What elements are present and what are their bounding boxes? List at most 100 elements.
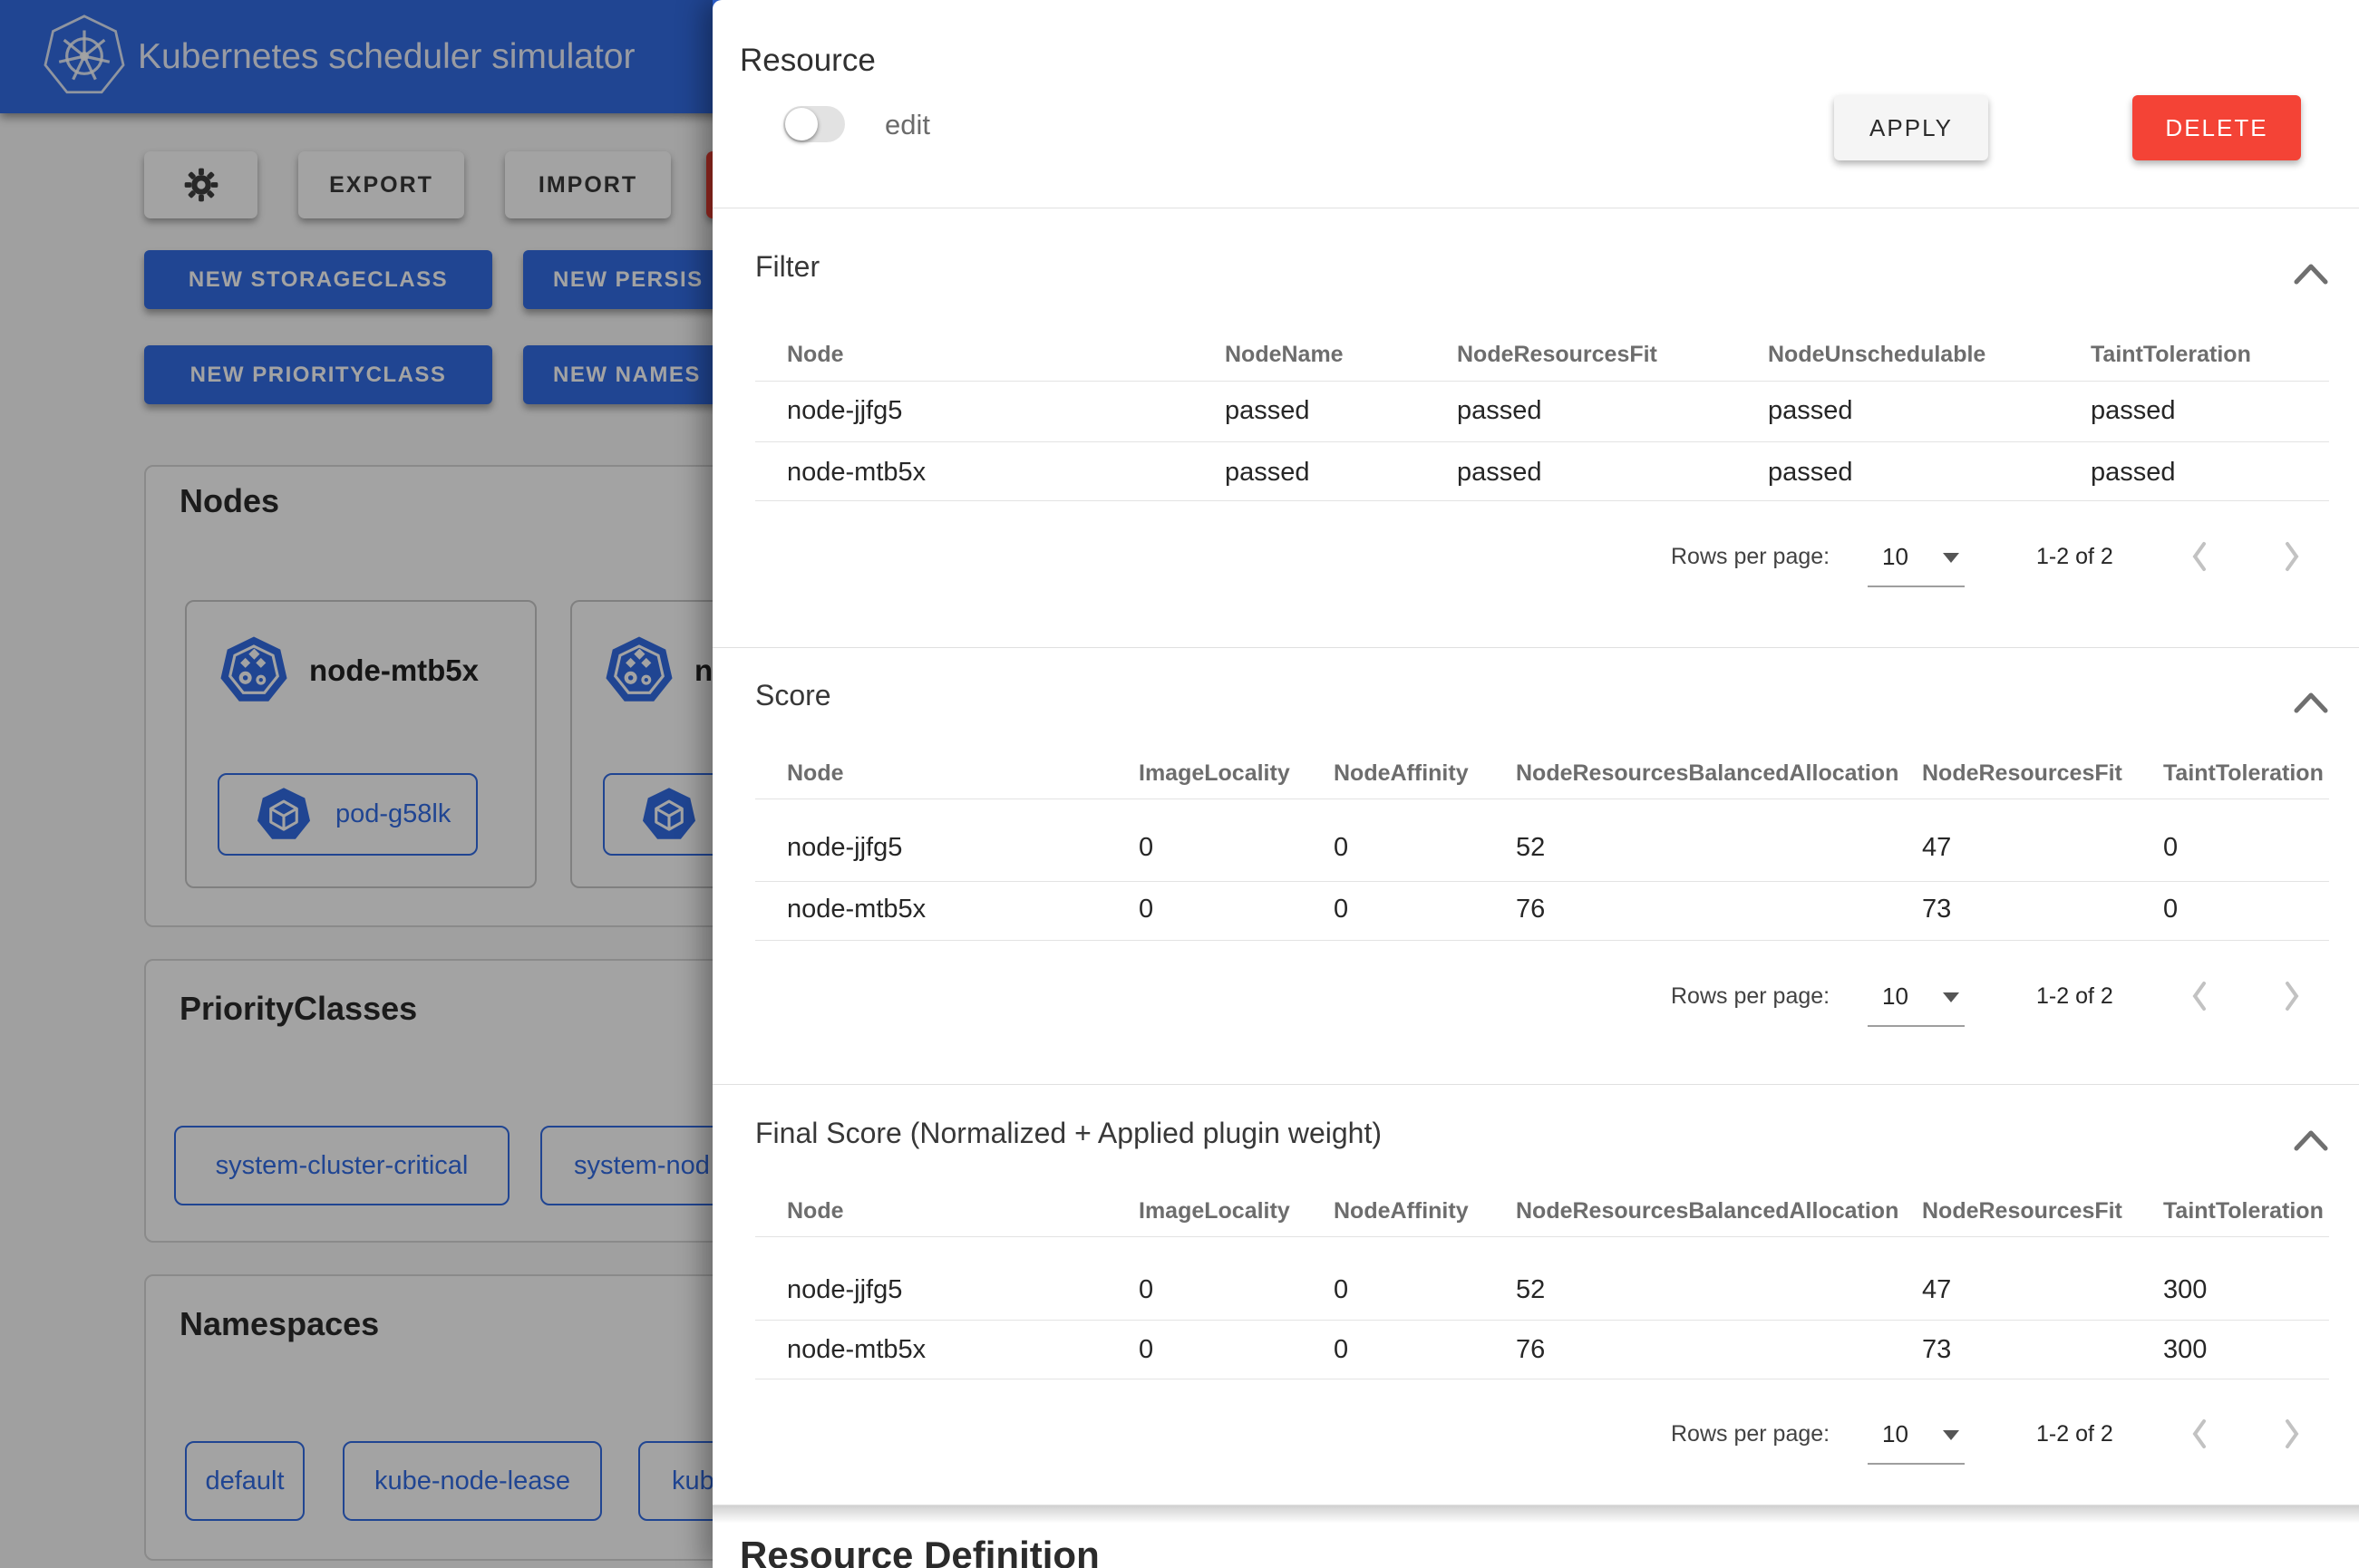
cell: 47 xyxy=(1922,1275,2163,1305)
resource-drawer: Resource edit APPLY DELETE Filter Node N… xyxy=(713,0,2359,1568)
column-header: Node xyxy=(755,760,1139,787)
chevron-up-icon xyxy=(2291,260,2331,287)
cell: passed xyxy=(2091,396,2329,426)
column-header: TaintToleration xyxy=(2163,760,2329,787)
column-header: Node xyxy=(755,1198,1139,1224)
cell: 73 xyxy=(1922,1335,2163,1365)
score-collapse-button[interactable] xyxy=(2287,683,2335,723)
chevron-left-icon xyxy=(2189,1418,2210,1450)
cell: node-mtb5x xyxy=(755,895,1139,924)
cell: 76 xyxy=(1516,1335,1922,1365)
select-underline xyxy=(1868,1025,1965,1027)
caret-down-icon xyxy=(1943,553,1959,563)
chevron-left-icon xyxy=(2189,980,2210,1012)
final-score-collapse-button[interactable] xyxy=(2287,1121,2335,1161)
resource-definition-title: Resource Definition xyxy=(740,1534,1100,1568)
cell: 73 xyxy=(1922,895,2163,924)
kubernetes-scheduler-simulator-screen: Kubernetes scheduler simulator EXPORT IM… xyxy=(0,0,2359,1568)
cell: 0 xyxy=(1334,895,1516,924)
filter-table-header: Node NodeName NodeResourcesFit NodeUnsch… xyxy=(755,327,2329,382)
cell: node-mtb5x xyxy=(755,458,1225,488)
divider xyxy=(755,441,2329,442)
chevron-up-icon xyxy=(2291,689,2331,716)
divider-shadow xyxy=(713,1505,2359,1524)
final-score-table-header: Node ImageLocality NodeAffinity NodeReso… xyxy=(755,1184,2329,1238)
column-header: Node xyxy=(755,342,1225,368)
divider xyxy=(713,647,2359,648)
column-header: NodeAffinity xyxy=(1334,1198,1516,1224)
cell: 300 xyxy=(2163,1275,2329,1305)
cell: 47 xyxy=(1922,833,2163,863)
cell: 52 xyxy=(1516,833,1922,863)
column-header: TaintToleration xyxy=(2163,1198,2329,1224)
cell: 0 xyxy=(1139,895,1334,924)
caret-down-icon xyxy=(1943,1430,1959,1440)
drawer-scrim[interactable] xyxy=(0,0,713,1568)
cell: passed xyxy=(1225,396,1457,426)
delete-button[interactable]: DELETE xyxy=(2132,95,2301,160)
cell: node-jjfg5 xyxy=(755,833,1139,863)
rows-per-page-label: Rows per page: xyxy=(1671,1407,1830,1461)
divider xyxy=(755,1236,2329,1237)
rows-per-page-select[interactable]: 10 xyxy=(1868,1407,1965,1465)
edit-toggle-label: edit xyxy=(885,109,930,141)
table-row: node-jjfg5 0 0 52 47 300 xyxy=(755,1263,2329,1317)
next-page-button[interactable] xyxy=(2272,537,2312,576)
drawer-title: Resource xyxy=(740,43,876,79)
cell: passed xyxy=(2091,458,2329,488)
column-header: NodeName xyxy=(1225,342,1457,368)
page-range: 1-2 of 2 xyxy=(2036,529,2113,584)
cell: 0 xyxy=(1334,833,1516,863)
cell: passed xyxy=(1768,458,2091,488)
next-page-button[interactable] xyxy=(2272,1414,2312,1454)
apply-button[interactable]: APPLY xyxy=(1834,95,1988,160)
caret-down-icon xyxy=(1943,992,1959,1002)
rows-per-page-label: Rows per page: xyxy=(1671,969,1830,1023)
score-pagination: Rows per page: 10 1-2 of 2 xyxy=(713,969,2359,1023)
rows-per-page-select[interactable]: 10 xyxy=(1868,969,1965,1027)
previous-page-button[interactable] xyxy=(2179,976,2219,1016)
previous-page-button[interactable] xyxy=(2179,537,2219,576)
divider xyxy=(713,1084,2359,1085)
rows-per-page-select[interactable]: 10 xyxy=(1868,529,1965,587)
column-header: NodeResourcesBalancedAllocation xyxy=(1516,760,1922,787)
divider xyxy=(755,381,2329,382)
cell: node-jjfg5 xyxy=(755,1275,1139,1305)
cell: 300 xyxy=(2163,1335,2329,1365)
page-range: 1-2 of 2 xyxy=(2036,969,2113,1023)
next-page-button[interactable] xyxy=(2272,976,2312,1016)
cell: passed xyxy=(1768,396,2091,426)
score-table-header: Node ImageLocality NodeAffinity NodeReso… xyxy=(755,746,2329,800)
filter-section-title: Filter xyxy=(755,248,820,285)
column-header: NodeResourcesFit xyxy=(1922,760,2163,787)
final-score-pagination: Rows per page: 10 1-2 of 2 xyxy=(713,1407,2359,1461)
chevron-up-icon xyxy=(2291,1127,2331,1154)
table-row: node-mtb5x passed passed passed passed xyxy=(755,445,2329,499)
final-score-section-title: Final Score (Normalized + Applied plugin… xyxy=(755,1115,1382,1151)
cell: 0 xyxy=(1139,1275,1334,1305)
column-header: ImageLocality xyxy=(1139,1198,1334,1224)
table-row: node-mtb5x 0 0 76 73 300 xyxy=(755,1322,2329,1377)
filter-pagination: Rows per page: 10 1-2 of 2 xyxy=(713,529,2359,584)
rows-per-page-value: 10 xyxy=(1882,1407,1908,1461)
table-row: node-jjfg5 0 0 52 47 0 xyxy=(755,820,2329,875)
select-underline xyxy=(1868,1463,1965,1465)
divider xyxy=(755,500,2329,501)
cell: passed xyxy=(1457,458,1768,488)
cell: passed xyxy=(1457,396,1768,426)
column-header: NodeResourcesFit xyxy=(1922,1198,2163,1224)
score-section-title: Score xyxy=(755,677,831,713)
column-header: NodeAffinity xyxy=(1334,760,1516,787)
cell: 76 xyxy=(1516,895,1922,924)
previous-page-button[interactable] xyxy=(2179,1414,2219,1454)
cell: 0 xyxy=(1334,1275,1516,1305)
edit-toggle[interactable] xyxy=(783,106,845,142)
rows-per-page-value: 10 xyxy=(1882,529,1908,584)
cell: 0 xyxy=(1139,1335,1334,1365)
filter-collapse-button[interactable] xyxy=(2287,255,2335,295)
column-header: ImageLocality xyxy=(1139,760,1334,787)
column-header: NodeResourcesBalancedAllocation xyxy=(1516,1198,1922,1224)
table-row: node-mtb5x 0 0 76 73 0 xyxy=(755,882,2329,936)
page-range: 1-2 of 2 xyxy=(2036,1407,2113,1461)
cell: node-mtb5x xyxy=(755,1335,1139,1365)
